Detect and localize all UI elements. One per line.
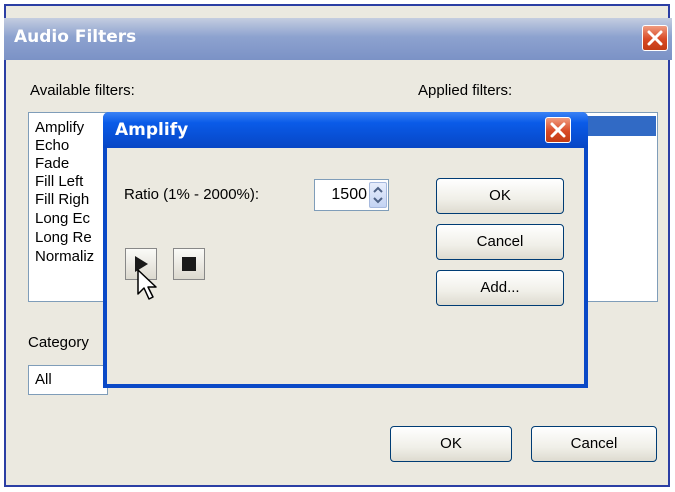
stop-icon xyxy=(182,257,196,271)
dialog-title: Amplify xyxy=(115,120,189,140)
list-item[interactable]: Amplify xyxy=(35,119,84,136)
list-item[interactable]: Normaliz xyxy=(35,248,94,265)
ratio-input[interactable]: 1500 xyxy=(314,179,389,211)
amplify-dialog: Amplify Ratio (1% - 2000%): 1500 OK Canc… xyxy=(103,112,588,388)
list-item[interactable]: Fade xyxy=(35,155,69,172)
window-title: Audio Filters xyxy=(14,27,137,47)
stop-button[interactable] xyxy=(173,248,205,280)
close-icon xyxy=(550,122,566,138)
dialog-add-button[interactable]: Add... xyxy=(436,270,564,306)
list-item[interactable]: Echo xyxy=(35,137,69,154)
applied-filter-selection[interactable] xyxy=(582,116,656,136)
close-icon xyxy=(647,30,663,46)
list-item[interactable]: Long Re xyxy=(35,229,92,246)
amplify-dialog-body: Ratio (1% - 2000%): 1500 OK Cancel Add..… xyxy=(107,148,584,384)
dialog-cancel-button[interactable]: Cancel xyxy=(436,224,564,260)
dialog-close-button[interactable] xyxy=(545,117,571,143)
category-label: Category xyxy=(28,334,89,351)
applied-filters-label: Applied filters: xyxy=(418,82,513,99)
ratio-value: 1500 xyxy=(331,186,367,203)
category-value: All xyxy=(35,371,52,388)
ok-button[interactable]: OK xyxy=(390,426,512,462)
spin-arrows-icon xyxy=(373,186,383,204)
audio-filters-titlebar[interactable]: Audio Filters xyxy=(4,18,672,60)
list-item[interactable]: Fill Left xyxy=(35,173,83,190)
mouse-cursor-icon xyxy=(137,269,157,300)
ratio-spinner[interactable] xyxy=(369,182,387,208)
category-select[interactable]: All xyxy=(28,365,108,395)
available-filters-label: Available filters: xyxy=(30,82,135,99)
amplify-titlebar[interactable]: Amplify xyxy=(103,112,588,148)
dialog-ok-button[interactable]: OK xyxy=(436,178,564,214)
applied-filters-list[interactable] xyxy=(580,112,658,302)
available-filters-list[interactable]: Amplify Echo Fade Fill Left Fill Righ Lo… xyxy=(28,112,108,302)
ratio-label: Ratio (1% - 2000%): xyxy=(124,186,260,203)
list-item[interactable]: Long Ec xyxy=(35,210,90,227)
outer-close-button[interactable] xyxy=(642,25,668,51)
cancel-button[interactable]: Cancel xyxy=(531,426,657,462)
list-item[interactable]: Fill Righ xyxy=(35,191,89,208)
